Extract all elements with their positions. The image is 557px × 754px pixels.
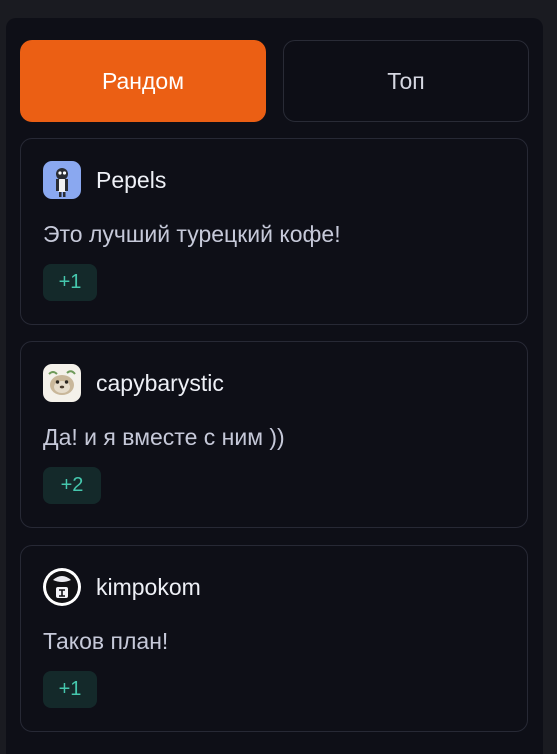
comment-card: kimpokom Таков план! +1 — [20, 545, 528, 732]
comment-card: Pepels Это лучший турецкий кофе! +1 — [20, 138, 528, 325]
comments-panel: Рандом Топ Pepels Это лучший турецкий ко… — [6, 18, 543, 754]
username[interactable]: capybarystic — [96, 370, 224, 397]
username[interactable]: kimpokom — [96, 574, 201, 601]
black-white-avatar-icon — [43, 568, 81, 606]
sort-tabs: Рандом Топ — [20, 40, 529, 124]
vote-button[interactable]: +1 — [43, 671, 97, 708]
comment-text: Да! и я вместе с ним )) — [43, 424, 285, 450]
user-avatar[interactable] — [43, 568, 81, 606]
comment-card: capybarystic Да! и я вместе с ним )) +2 — [20, 341, 528, 528]
capybara-avatar-icon — [43, 364, 81, 402]
cartoon-character-avatar-icon — [43, 161, 81, 199]
vote-button[interactable]: +2 — [43, 467, 101, 504]
user-avatar[interactable] — [43, 161, 81, 199]
comment-text: Это лучший турецкий кофе! — [43, 221, 341, 247]
user-avatar[interactable] — [43, 364, 81, 402]
tab-top[interactable]: Топ — [283, 40, 529, 122]
tab-random[interactable]: Рандом — [20, 40, 266, 122]
username[interactable]: Pepels — [96, 167, 166, 194]
vote-button[interactable]: +1 — [43, 264, 97, 301]
comment-text: Таков план! — [43, 628, 169, 654]
